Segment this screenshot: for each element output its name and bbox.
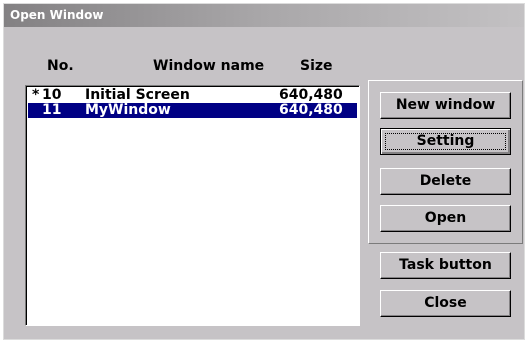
column-header-window-name: Window name [153, 58, 265, 74]
window-number: 10 [42, 87, 62, 103]
new-window-button[interactable]: New window [380, 92, 511, 119]
window-size: 640,480 [279, 102, 343, 118]
focus-rectangle [385, 133, 506, 150]
window-name: MyWindow [85, 102, 171, 118]
dialog-title: Open Window [10, 8, 104, 22]
setting-button[interactable]: Setting [380, 128, 511, 155]
delete-button[interactable]: Delete [380, 168, 511, 195]
window-list[interactable]: * 10 Initial Screen 640,480 11 MyWindow … [25, 85, 360, 326]
title-bar[interactable]: Open Window [4, 4, 524, 27]
window-number: 11 [42, 102, 62, 118]
task-button[interactable]: Task button [380, 252, 511, 279]
close-button[interactable]: Close [380, 290, 511, 317]
list-item[interactable]: * 10 Initial Screen 640,480 [28, 88, 357, 103]
window-name: Initial Screen [85, 87, 190, 103]
column-header-no: No. [47, 58, 74, 74]
column-header-size: Size [300, 58, 333, 74]
window-size: 640,480 [279, 87, 343, 103]
open-window-dialog: Open Window No. Window name Size * 10 In… [3, 3, 525, 340]
current-window-marker: * [32, 87, 40, 103]
open-button[interactable]: Open [380, 205, 511, 232]
list-item-selected[interactable]: 11 MyWindow 640,480 [28, 103, 357, 118]
